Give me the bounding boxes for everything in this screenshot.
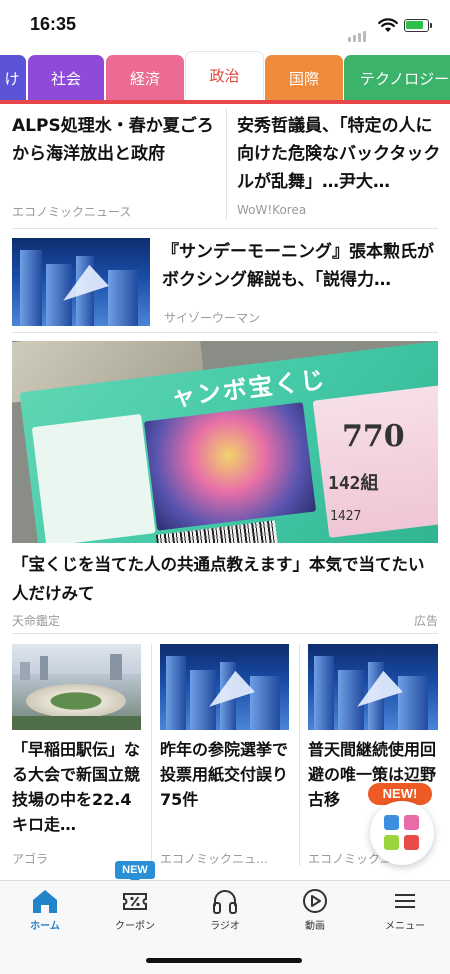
nav-home[interactable]: ホーム xyxy=(0,887,90,937)
nav-menu[interactable]: メニュー xyxy=(360,887,450,937)
nav-radio[interactable]: ラジオ xyxy=(180,887,270,937)
tab-label: け xyxy=(4,69,20,88)
tab-entertainment[interactable]: け xyxy=(0,55,26,101)
ad-label: 広告 xyxy=(413,614,438,628)
tab-economy[interactable]: 経済 xyxy=(106,55,184,101)
ad-source: 天命鑑定 xyxy=(12,614,61,628)
article-title: 「早稲田駅伝」なる大会で新国立競技場の中を22.4キロ走… xyxy=(12,740,141,834)
ad-title: 「宝くじを当てた人の共通点教えます」本気で当てたい人だけみて xyxy=(12,555,425,603)
tab-label: 社会 xyxy=(50,69,81,88)
article-source: アゴラ xyxy=(12,852,49,866)
article-thumbnail xyxy=(160,644,289,730)
cellular-signal-icon xyxy=(348,23,368,42)
status-bar: 16:35 xyxy=(0,0,450,50)
battery-icon xyxy=(404,19,432,32)
nav-label: メニュー xyxy=(385,921,425,932)
article-title: ALPS処理水・春か夏ごろから海洋放出と政府 xyxy=(12,116,214,164)
article-source: サイゾーウーマン xyxy=(164,311,261,325)
article-card[interactable]: 安秀哲議員、「特定の人に向けた危険なバックタックルが乱舞」…尹大… WoW!Ko… xyxy=(237,112,442,222)
nav-coupon[interactable]: クーポン xyxy=(90,887,180,937)
coupon-new-badge: NEW xyxy=(115,861,155,884)
nav-label: クーポン xyxy=(115,921,155,932)
home-icon xyxy=(33,890,57,913)
tab-label: 経済 xyxy=(129,69,160,88)
tab-international[interactable]: 国際 xyxy=(265,55,343,101)
category-tabs: け 社会 経済 政治 国際 テクノロジー xyxy=(0,51,450,102)
headphones-icon xyxy=(213,890,237,914)
play-icon xyxy=(303,889,327,913)
divider xyxy=(12,633,438,634)
article-title: 安秀哲議員、「特定の人に向けた危険なバックタックルが乱舞」…尹大… xyxy=(237,116,441,192)
divider xyxy=(12,228,438,229)
ticket-serial: 1427 xyxy=(330,509,362,524)
wifi-icon xyxy=(378,18,398,32)
tab-politics[interactable]: 政治 xyxy=(185,51,264,99)
nav-video[interactable]: 動画 xyxy=(270,887,360,937)
nav-label: ラジオ xyxy=(210,921,240,932)
article-thumbnail xyxy=(308,644,438,730)
home-indicator xyxy=(146,958,302,963)
coupon-icon xyxy=(123,893,147,910)
status-time: 16:35 xyxy=(30,14,77,34)
tabs-underline xyxy=(0,100,450,104)
tab-label: 国際 xyxy=(288,69,319,88)
grid-article[interactable]: 昨年の参院選挙で投票用紙交付誤り75件 エコノミックニュ… xyxy=(160,644,290,868)
ticket-number: 770 xyxy=(342,419,405,454)
divider xyxy=(226,108,227,220)
ad-image[interactable]: ャンボ宝くじ 770 142組 1427 xyxy=(12,341,438,543)
app-screen: 16:35 け 社会 経済 政治 国際 テクノロジー ALPS処理水・春か夏ごろ… xyxy=(0,0,450,974)
article-source: エコノミックニュース xyxy=(12,205,132,219)
article-row[interactable]: 『サンデーモーニング』張本勲氏がボクシング解説も、「説得力… サイゾーウーマン xyxy=(12,238,438,328)
ticket-group: 142組 xyxy=(328,473,379,494)
apps-button[interactable] xyxy=(370,801,434,865)
article-title: 『サンデーモーニング』張本勲氏がボクシング解説も、「説得力… xyxy=(162,242,434,290)
tab-label: 政治 xyxy=(209,67,240,85)
divider xyxy=(151,644,152,866)
article-thumbnail xyxy=(12,644,141,730)
ad-card[interactable]: 「宝くじを当てた人の共通点教えます」本気で当てたい人だけみて 天命鑑定 広告 xyxy=(12,550,438,630)
tab-technology[interactable]: テクノロジー xyxy=(344,55,450,101)
article-title: 昨年の参院選挙で投票用紙交付誤り75件 xyxy=(160,740,289,809)
tab-label: テクノロジー xyxy=(360,69,450,88)
article-thumbnail xyxy=(12,238,150,326)
nav-label: ホーム xyxy=(30,921,60,932)
divider xyxy=(299,644,300,866)
article-source: WoW!Korea xyxy=(237,203,307,217)
grid-article[interactable]: 「早稲田駅伝」なる大会で新国立競技場の中を22.4キロ走… アゴラ xyxy=(12,644,142,868)
article-card[interactable]: ALPS処理水・春か夏ごろから海洋放出と政府 エコノミックニュース xyxy=(12,112,217,222)
divider xyxy=(12,332,438,333)
menu-icon xyxy=(395,894,415,908)
nav-label: 動画 xyxy=(305,921,325,932)
article-source: エコノミックニュ… xyxy=(160,852,269,866)
tab-society[interactable]: 社会 xyxy=(28,55,104,101)
